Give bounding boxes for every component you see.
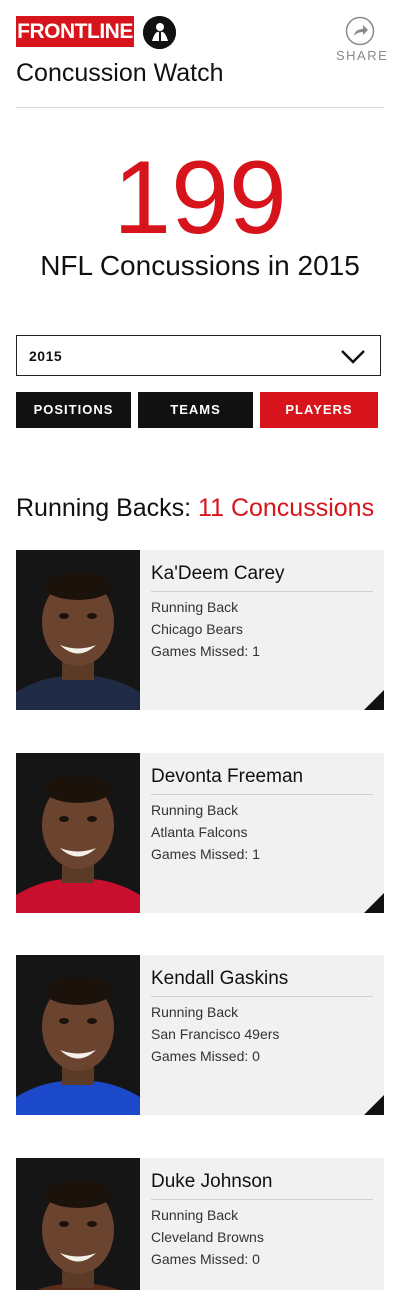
share-label: SHARE bbox=[336, 48, 389, 63]
share-button[interactable]: SHARE bbox=[336, 16, 389, 64]
player-name: Kendall Gaskins bbox=[151, 968, 289, 989]
player-team: Chicago Bears bbox=[151, 621, 243, 637]
player-position: Running Back bbox=[151, 1207, 239, 1223]
player-team: Atlanta Falcons bbox=[151, 824, 248, 840]
year-select[interactable]: 2015 bbox=[16, 335, 381, 376]
section-count: 11 Concussions bbox=[198, 494, 375, 522]
player-team: Cleveland Browns bbox=[151, 1229, 264, 1245]
frontline-logo[interactable]: FRONTLINE bbox=[16, 16, 134, 47]
chevron-down-icon bbox=[341, 350, 365, 364]
page-title: Concussion Watch bbox=[16, 59, 224, 87]
year-select-value: 2015 bbox=[29, 348, 63, 364]
player-games-missed: Games Missed: 1 bbox=[151, 643, 260, 659]
player-games-missed: Games Missed: 0 bbox=[151, 1251, 260, 1267]
tab-teams[interactable]: TEAMS bbox=[138, 392, 253, 428]
site-header: FRONTLINE Concussion Watch SHARE bbox=[16, 16, 389, 108]
divider bbox=[151, 591, 373, 592]
player-card[interactable]: Duke Johnson Running Back Cleveland Brow… bbox=[16, 1158, 384, 1290]
expand-corner-icon[interactable] bbox=[364, 690, 384, 710]
section-heading: Running Backs: 11 Concussions bbox=[16, 494, 374, 523]
concussion-total-caption: NFL Concussions in 2015 bbox=[40, 250, 360, 281]
tab-players[interactable]: PLAYERS bbox=[260, 392, 378, 428]
divider bbox=[151, 996, 373, 997]
player-position: Running Back bbox=[151, 802, 239, 818]
player-card[interactable]: Kendall Gaskins Running Back San Francis… bbox=[16, 955, 384, 1115]
player-photo bbox=[16, 753, 140, 913]
concussion-total: 199 bbox=[113, 140, 287, 256]
player-card[interactable]: Ka'Deem Carey Running Back Chicago Bears… bbox=[16, 550, 384, 710]
expand-corner-icon[interactable] bbox=[364, 893, 384, 913]
pbs-logo-icon[interactable] bbox=[143, 16, 176, 49]
player-position: Running Back bbox=[151, 599, 239, 615]
player-photo bbox=[16, 1158, 140, 1290]
player-games-missed: Games Missed: 0 bbox=[151, 1048, 260, 1064]
share-icon bbox=[345, 16, 375, 46]
player-position: Running Back bbox=[151, 1004, 239, 1020]
divider bbox=[151, 794, 373, 795]
player-photo bbox=[16, 955, 140, 1115]
player-team: San Francisco 49ers bbox=[151, 1026, 280, 1042]
player-name: Duke Johnson bbox=[151, 1171, 273, 1192]
player-name: Ka'Deem Carey bbox=[151, 563, 285, 584]
section-title: Running Backs: bbox=[16, 494, 199, 522]
tab-positions[interactable]: POSITIONS bbox=[16, 392, 131, 428]
player-card[interactable]: Devonta Freeman Running Back Atlanta Fal… bbox=[16, 753, 384, 913]
view-tabs: POSITIONS TEAMS PLAYERS bbox=[16, 392, 378, 428]
expand-corner-icon[interactable] bbox=[364, 1095, 384, 1115]
player-games-missed: Games Missed: 1 bbox=[151, 846, 260, 862]
divider bbox=[151, 1199, 373, 1200]
player-name: Devonta Freeman bbox=[151, 766, 304, 787]
player-photo bbox=[16, 550, 140, 710]
